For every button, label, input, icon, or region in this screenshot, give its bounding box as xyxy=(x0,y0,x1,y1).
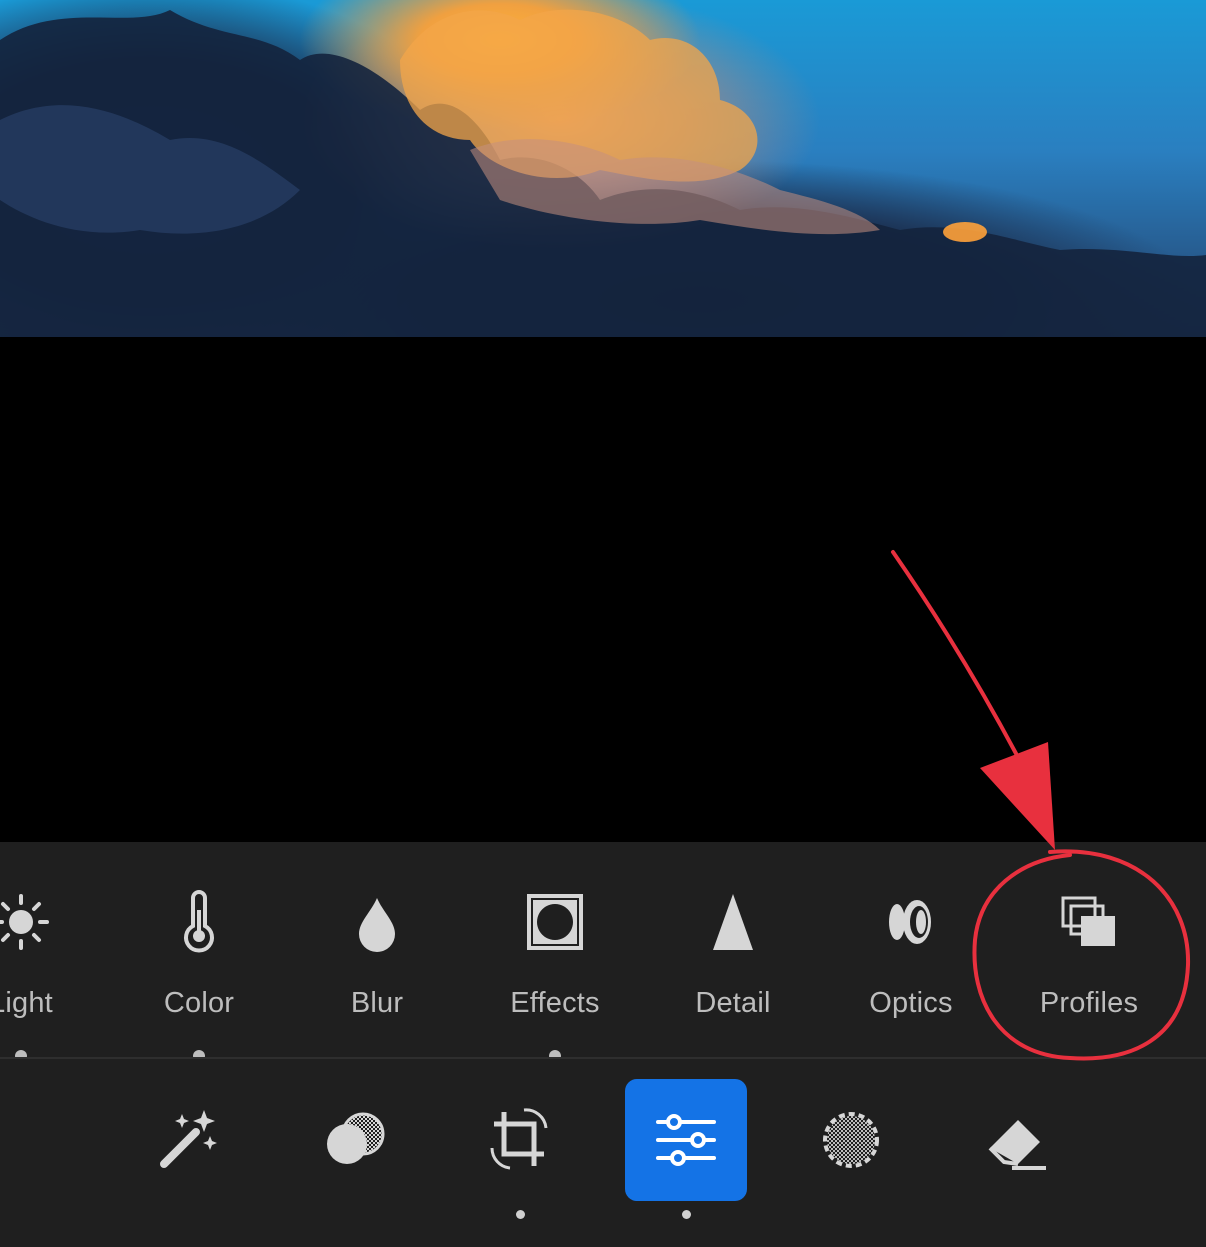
panel-profiles[interactable]: Profiles xyxy=(1014,842,1164,1057)
droplet-icon xyxy=(302,890,452,954)
crop-adjusted-dot xyxy=(516,1210,525,1219)
dotted-circle-mask-icon xyxy=(823,1112,879,1168)
photo-preview xyxy=(0,0,1206,337)
canvas-background xyxy=(0,337,1206,842)
panel-label: Optics xyxy=(869,987,953,1019)
panel-label: Light xyxy=(0,987,53,1019)
cloud-shapes xyxy=(0,9,1206,337)
stacked-layers-icon xyxy=(1014,890,1164,954)
magic-wand-icon xyxy=(160,1110,217,1168)
auto-enhance-button[interactable] xyxy=(127,1079,249,1201)
presets-button[interactable] xyxy=(294,1079,416,1201)
lens-icon xyxy=(836,890,986,954)
panel-effects[interactable]: Effects xyxy=(480,842,630,1062)
panel-label: Blur xyxy=(350,987,404,1019)
panel-blur[interactable]: Blur xyxy=(302,842,452,1057)
healing-button[interactable] xyxy=(957,1079,1079,1201)
vignette-frame-icon xyxy=(480,890,630,954)
crop-rotate-icon xyxy=(490,1108,548,1170)
panel-label: Color xyxy=(163,987,235,1019)
masking-button[interactable] xyxy=(790,1079,912,1201)
panel-color[interactable]: Color xyxy=(124,842,274,1062)
panel-optics[interactable]: Optics xyxy=(836,842,986,1057)
triangle-icon xyxy=(658,890,808,954)
panel-label: Profiles xyxy=(1039,987,1139,1019)
crop-button[interactable] xyxy=(459,1079,581,1201)
thermometer-icon xyxy=(124,890,274,954)
sun-icon xyxy=(0,890,96,954)
edit-adjusted-dot xyxy=(682,1210,691,1219)
overlapping-circles-icon xyxy=(327,1112,385,1164)
edit-panel-strip: Light Color Blur Effec xyxy=(0,842,1206,1062)
panel-label: Effects xyxy=(510,987,600,1019)
eraser-icon xyxy=(988,1120,1046,1170)
panel-detail[interactable]: Detail xyxy=(658,842,808,1057)
sliders-icon xyxy=(656,1114,716,1166)
panel-light[interactable]: Light xyxy=(0,842,96,1062)
edit-sliders-button[interactable] xyxy=(625,1079,747,1201)
bottom-toolbar xyxy=(0,1059,1206,1247)
panel-label: Detail xyxy=(695,987,771,1019)
